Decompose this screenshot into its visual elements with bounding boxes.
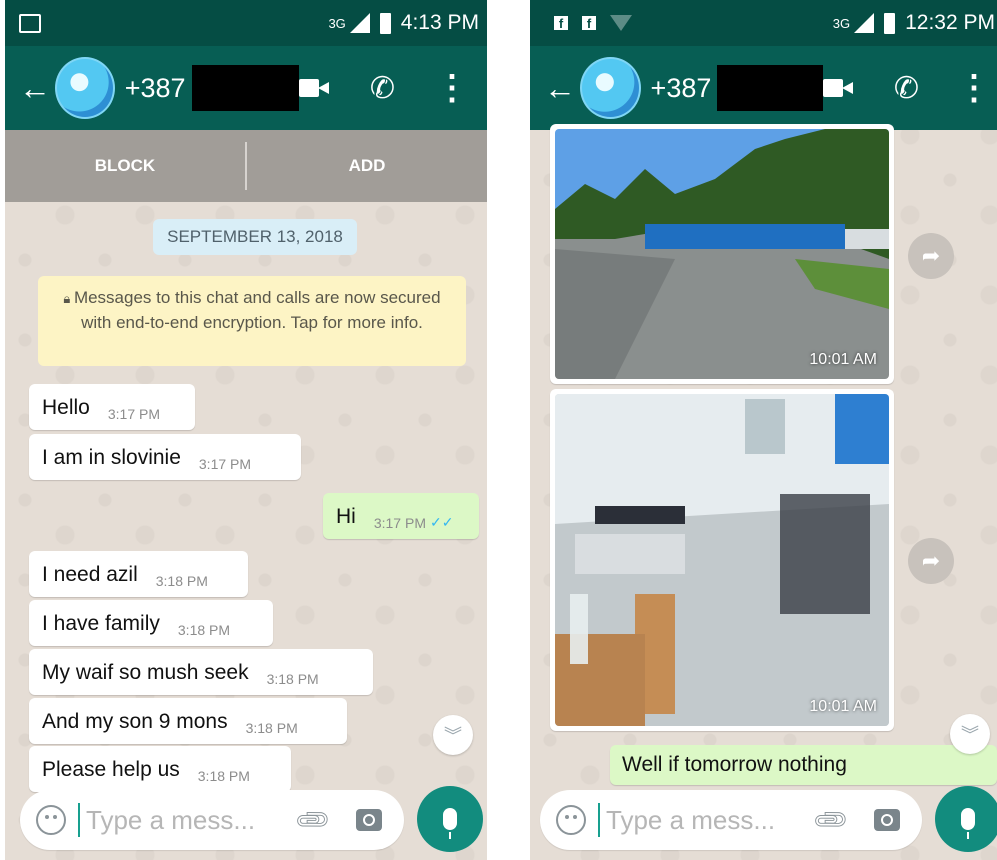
mic-icon: [443, 808, 457, 839]
right-phone-screen: f f 3G 12:32 PM ← +387 ✆ ⋮ 10:01 AM ➦ 10…: [530, 0, 997, 860]
double-check-icon: ✓✓: [429, 514, 454, 530]
photo-graphic: [555, 129, 889, 379]
avatar[interactable]: [580, 57, 641, 119]
more-options-icon[interactable]: ⋮: [435, 68, 469, 108]
image-message[interactable]: 10:01 AM: [550, 124, 894, 384]
phone-call-icon[interactable]: ✆: [370, 71, 395, 106]
clock-time: 4:13 PM: [400, 11, 479, 34]
battery-icon: [884, 12, 896, 34]
status-bar: 3G 4:13 PM: [5, 0, 487, 46]
more-options-icon[interactable]: ⋮: [957, 68, 991, 108]
facebook-icon: f: [582, 16, 596, 31]
avatar[interactable]: [55, 57, 115, 119]
redaction-bar: [717, 65, 823, 111]
message-input[interactable]: Type a mess...: [606, 805, 816, 836]
attach-icon[interactable]: 📎︎: [810, 799, 852, 841]
mic-icon: [961, 808, 975, 839]
image-message[interactable]: 10:01 AM: [550, 389, 894, 731]
photo-indoor-room[interactable]: 10:01 AM: [555, 394, 889, 726]
camera-icon[interactable]: [356, 809, 382, 831]
message-input[interactable]: Type a mess...: [86, 805, 298, 836]
left-phone-screen: 3G 4:13 PM ← +387 ✆ ⋮ BLOCK ADD SEPTEMBE…: [5, 0, 487, 860]
forward-icon[interactable]: ➦: [908, 538, 954, 584]
text-cursor: [598, 803, 600, 837]
wifi-icon: [610, 15, 632, 31]
message-incoming[interactable]: I need azil 3:18 PM: [29, 551, 248, 597]
message-outgoing[interactable]: Well if tomorrow nothing: [610, 745, 997, 785]
contact-number[interactable]: +387: [651, 73, 712, 104]
chat-header: ← +387 ✆ ⋮: [5, 46, 487, 130]
image-notification-icon: [19, 13, 41, 33]
message-incoming[interactable]: I am in slovinie 3:17 PM: [29, 434, 301, 480]
message-composer[interactable]: Type a mess... 📎︎: [540, 790, 922, 850]
date-chip: SEPTEMBER 13, 2018: [153, 219, 357, 255]
video-call-icon[interactable]: [299, 77, 330, 99]
signal-icon: [349, 13, 370, 33]
camera-icon[interactable]: [874, 809, 900, 831]
status-bar: f f 3G 12:32 PM: [530, 0, 997, 46]
signal-icon: [854, 13, 875, 33]
message-incoming[interactable]: My waif so mush seek 3:18 PM: [29, 649, 373, 695]
emoji-icon[interactable]: [36, 805, 66, 835]
text-cursor: [78, 803, 80, 837]
add-contact-button[interactable]: ADD: [247, 156, 487, 176]
lock-icon: 🔒︎: [63, 291, 74, 306]
emoji-icon[interactable]: [556, 805, 586, 835]
attach-icon[interactable]: 📎︎: [292, 799, 334, 841]
back-arrow-icon[interactable]: ←: [19, 70, 51, 107]
mic-button[interactable]: [935, 786, 997, 852]
facebook-icon: f: [554, 16, 568, 31]
network-type: 3G: [328, 15, 346, 31]
block-button[interactable]: BLOCK: [5, 156, 245, 176]
unknown-contact-bar: BLOCK ADD: [5, 130, 487, 202]
encryption-notice[interactable]: 🔒︎ Messages to this chat and calls are n…: [38, 276, 466, 366]
battery-icon: [379, 12, 391, 34]
photo-outdoor-camp[interactable]: 10:01 AM: [555, 129, 889, 379]
encryption-text: Messages to this chat and calls are now …: [73, 288, 441, 332]
image-time: 10:01 AM: [809, 351, 877, 368]
video-call-icon[interactable]: [822, 77, 854, 99]
phone-call-icon[interactable]: ✆: [894, 71, 919, 106]
message-composer[interactable]: Type a mess... 📎︎: [20, 790, 404, 850]
forward-icon[interactable]: ➦: [908, 233, 954, 279]
mic-button[interactable]: [417, 786, 483, 852]
scroll-down-icon[interactable]: ︾: [950, 714, 990, 754]
clock-time: 12:32 PM: [905, 11, 995, 34]
back-arrow-icon[interactable]: ←: [544, 70, 576, 107]
scroll-down-icon[interactable]: ︾: [433, 715, 473, 755]
redaction-bar: [191, 65, 300, 111]
message-incoming[interactable]: Please help us 3:18 PM: [29, 746, 291, 792]
message-outgoing[interactable]: Hi 3:17 PM ✓✓: [323, 493, 479, 539]
message-incoming[interactable]: And my son 9 mons 3:18 PM: [29, 698, 347, 744]
network-type: 3G: [832, 15, 851, 31]
chat-header: ← +387 ✆ ⋮: [530, 46, 997, 130]
photo-graphic: [555, 394, 889, 726]
message-incoming[interactable]: Hello 3:17 PM: [29, 384, 195, 430]
image-time: 10:01 AM: [809, 698, 877, 715]
message-incoming[interactable]: I have family 3:18 PM: [29, 600, 273, 646]
contact-number[interactable]: +387: [125, 73, 186, 104]
